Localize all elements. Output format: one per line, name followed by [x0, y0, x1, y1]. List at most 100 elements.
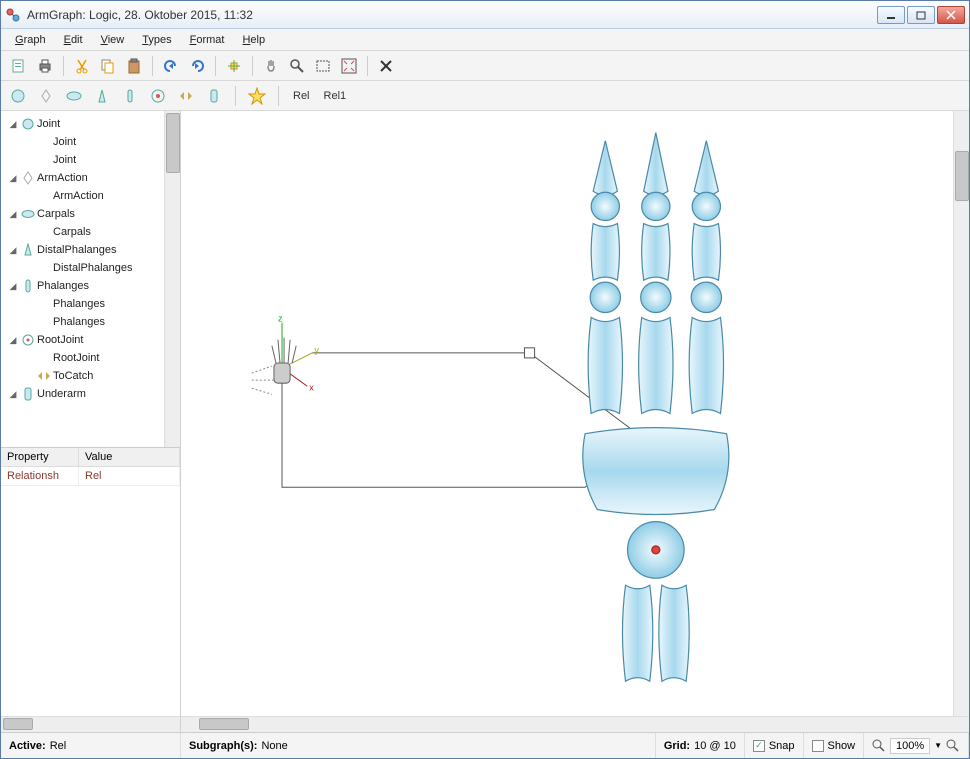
canvas[interactable]: z y x — [181, 111, 969, 716]
bone-joint[interactable] — [691, 282, 721, 312]
palette-carpals-icon[interactable] — [63, 85, 85, 107]
pan-button[interactable] — [259, 54, 283, 78]
tree-item[interactable]: RootJoint — [3, 349, 178, 367]
tree-item-label: Joint — [53, 154, 76, 166]
tree-item[interactable]: Carpals — [3, 223, 178, 241]
delete-button[interactable] — [374, 54, 398, 78]
menu-types[interactable]: Types — [134, 32, 179, 48]
copy-button[interactable] — [96, 54, 120, 78]
tree-expander-icon[interactable]: ◢ — [7, 245, 19, 256]
tree-item[interactable]: ◢ ArmAction — [3, 169, 178, 187]
relation-line[interactable] — [282, 348, 636, 487]
tree-item[interactable]: ◢DistalPhalanges — [3, 241, 178, 259]
palette-armaction-icon[interactable] — [35, 85, 57, 107]
palette-tocatch-icon[interactable] — [175, 85, 197, 107]
zoom-in-icon[interactable] — [946, 739, 960, 753]
palette-rootjoint-icon[interactable] — [147, 85, 169, 107]
tree-item[interactable]: ◢Phalanges — [3, 277, 178, 295]
bone-rootjoint[interactable] — [628, 522, 685, 579]
bone-underarm[interactable] — [622, 585, 652, 681]
tree-expander-icon[interactable]: ◢ — [7, 209, 19, 220]
zoom-out-icon[interactable] — [872, 739, 886, 753]
show-checkbox[interactable]: Show — [804, 733, 865, 758]
palette-underarm-icon[interactable] — [203, 85, 225, 107]
svg-text:x: x — [309, 382, 314, 392]
undo-button[interactable] — [159, 54, 183, 78]
tree-item[interactable]: Phalanges — [3, 295, 178, 313]
maximize-button[interactable] — [907, 6, 935, 24]
fit-button[interactable] — [337, 54, 361, 78]
prop-row[interactable]: Relationsh Rel — [1, 467, 180, 486]
add-node-button[interactable] — [222, 54, 246, 78]
menu-graph[interactable]: Graph — [7, 32, 54, 48]
zoom-button[interactable] — [285, 54, 309, 78]
tree-expander-icon[interactable]: ◢ — [7, 389, 19, 400]
tree-item[interactable]: Joint — [3, 151, 178, 169]
menu-view[interactable]: View — [93, 32, 133, 48]
tree-expander-icon[interactable]: ◢ — [7, 335, 19, 346]
cut-button[interactable] — [70, 54, 94, 78]
bone-joint[interactable] — [590, 282, 620, 312]
bone-phalanx[interactable] — [692, 224, 720, 281]
bone-phalanx[interactable] — [689, 318, 723, 414]
prop-header-property[interactable]: Property — [1, 448, 79, 466]
new-button[interactable] — [7, 54, 31, 78]
bone-phalanx[interactable] — [642, 224, 670, 281]
tree-expander-icon[interactable]: ◢ — [7, 281, 19, 292]
bone-distal-2[interactable] — [644, 133, 668, 196]
tree-item[interactable]: ◢Underarm — [3, 385, 178, 403]
zoom-dropdown-icon[interactable]: ▼ — [934, 741, 942, 750]
palette-rel[interactable]: Rel — [289, 90, 314, 102]
tree-panel[interactable]: ◢JointJointJoint◢ArmActionArmAction◢Carp… — [1, 111, 180, 447]
bone-underarm[interactable] — [659, 585, 689, 681]
tree-item[interactable]: ◢Joint — [3, 115, 178, 133]
tree-item-label: ArmAction — [37, 172, 88, 184]
tree-item[interactable]: Joint — [3, 133, 178, 151]
canvas-hscroll[interactable] — [181, 716, 969, 732]
bone-phalanx[interactable] — [588, 318, 622, 414]
close-button[interactable] — [937, 6, 965, 24]
redo-button[interactable] — [185, 54, 209, 78]
tree-expander-icon[interactable]: ◢ — [7, 173, 19, 184]
bone-distal-1[interactable] — [593, 141, 617, 196]
bone-joint[interactable] — [591, 192, 619, 220]
hand-node[interactable]: z y x — [252, 314, 320, 395]
menu-help[interactable]: Help — [234, 32, 273, 48]
palette-joint-icon[interactable] — [7, 85, 29, 107]
bone-phalanx[interactable] — [591, 224, 619, 281]
tree-item-label: Joint — [53, 136, 76, 148]
minimize-button[interactable] — [877, 6, 905, 24]
paste-button[interactable] — [122, 54, 146, 78]
tree-item[interactable]: DistalPhalanges — [3, 259, 178, 277]
palette-phalanges-icon[interactable] — [119, 85, 141, 107]
palette-distal-icon[interactable] — [91, 85, 113, 107]
sidebar-hscroll[interactable] — [1, 716, 180, 732]
palette-star-icon[interactable] — [246, 85, 268, 107]
bone-phalanx[interactable] — [639, 318, 673, 414]
tree-item[interactable]: ToCatch — [3, 367, 178, 385]
menu-format[interactable]: Format — [182, 32, 233, 48]
tree-scrollbar[interactable] — [164, 111, 180, 447]
bone-carpals[interactable] — [583, 428, 729, 515]
tree-type-icon — [21, 243, 35, 257]
print-button[interactable] — [33, 54, 57, 78]
palette-rel1[interactable]: Rel1 — [320, 90, 351, 102]
zoom-value: 100% — [890, 738, 930, 754]
toolbar-main — [1, 51, 969, 81]
app-icon — [5, 7, 21, 23]
canvas-vscroll[interactable] — [953, 111, 969, 716]
tree-item[interactable]: ArmAction — [3, 187, 178, 205]
bone-distal-3[interactable] — [694, 141, 718, 196]
tree-item[interactable]: ◢Carpals — [3, 205, 178, 223]
tree-expander-icon[interactable]: ◢ — [7, 119, 19, 130]
snap-checkbox[interactable]: ✓Snap — [745, 733, 804, 758]
bone-joint[interactable] — [642, 192, 670, 220]
menu-edit[interactable]: Edit — [56, 32, 91, 48]
zoom-control[interactable]: 100% ▼ — [864, 733, 969, 758]
prop-header-value[interactable]: Value — [79, 448, 180, 466]
tree-item[interactable]: ◢RootJoint — [3, 331, 178, 349]
bone-joint[interactable] — [641, 282, 671, 312]
bone-joint[interactable] — [692, 192, 720, 220]
marquee-button[interactable] — [311, 54, 335, 78]
tree-item[interactable]: Phalanges — [3, 313, 178, 331]
